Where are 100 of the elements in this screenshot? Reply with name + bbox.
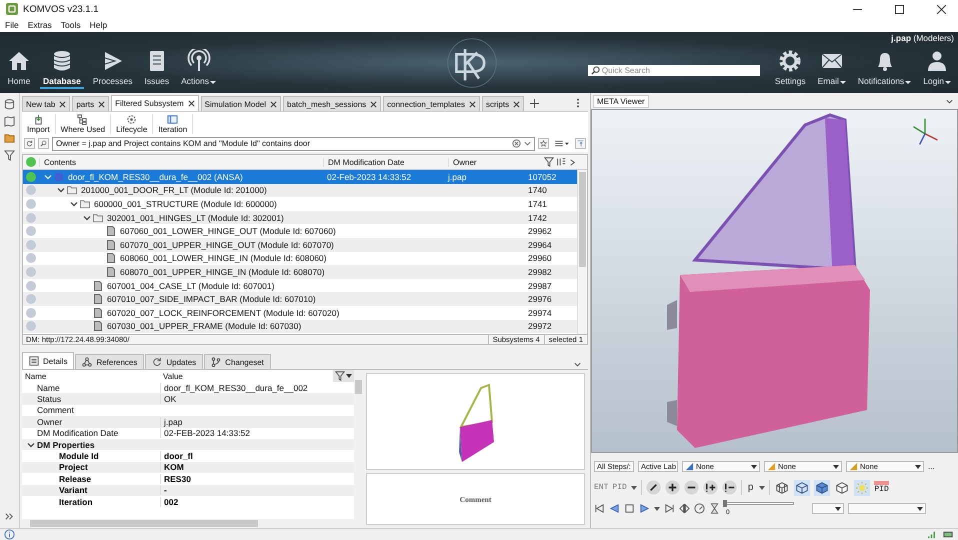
column-header[interactable]: Contents — [39, 158, 323, 166]
hourglass-icon[interactable] — [709, 503, 720, 514]
quick-search-field[interactable]: Quick Search — [588, 65, 760, 76]
sort-icon[interactable] — [575, 138, 586, 149]
ribbon-button[interactable]: Login — [920, 49, 954, 90]
scrollbar[interactable] — [354, 370, 363, 528]
search-icon[interactable] — [38, 138, 49, 149]
toolbar-button[interactable]: Import — [22, 114, 56, 134]
tree-row[interactable]: 607060_001_LOWER_HINGE_OUT (Module Id: 607060) 29962 — [23, 224, 577, 238]
tree-row[interactable]: 607020_007_LOCK_REINFORCEMENT (Module Id: 607020) 29974 — [23, 306, 577, 320]
slider-track[interactable] — [724, 502, 794, 504]
tab[interactable]: References — [75, 354, 144, 369]
chevron-right-icon[interactable] — [568, 158, 577, 166]
tree-row[interactable]: 201000_001_DOOR_FR_LT (Module Id: 201000) 1740 — [23, 184, 577, 198]
tree-row[interactable]: 608060_001_LOWER_HINGE_IN (Module Id: 608060) 29960 — [23, 252, 577, 266]
play-back-icon[interactable] — [609, 503, 620, 514]
caret-icon[interactable] — [654, 506, 660, 510]
shaded-cube-icon[interactable] — [794, 480, 810, 496]
filter-button[interactable] — [333, 370, 354, 382]
filter-icon[interactable] — [544, 157, 554, 167]
column-header[interactable]: Name — [22, 372, 160, 380]
tab[interactable]: New tab — [22, 96, 70, 111]
star-icon[interactable] — [538, 138, 549, 149]
ribbon-button[interactable]: Home — [4, 49, 34, 89]
toolbar-button[interactable]: ENT — [594, 483, 608, 492]
filter-icon[interactable] — [4, 150, 15, 161]
tab[interactable]: Filtered Subsystem — [111, 95, 199, 111]
tab[interactable]: parts — [72, 96, 110, 111]
ribbon-button[interactable]: Settings — [772, 49, 809, 90]
pencil-icon[interactable] — [646, 480, 661, 495]
tree-row[interactable]: 607010_007_SIDE_IMPACT_BAR (Module Id: 607010) 29976 — [23, 292, 577, 306]
ribbon-button[interactable]: Issues — [142, 49, 172, 89]
more-icon[interactable] — [576, 98, 580, 108]
close-icon[interactable] — [59, 100, 66, 108]
horizontal-scrollbar[interactable] — [22, 519, 354, 528]
column-header[interactable]: Value — [160, 372, 333, 380]
toolbar-button[interactable]: Where Used — [56, 114, 112, 134]
folder-icon[interactable] — [4, 133, 15, 144]
ribbon-button[interactable]: Notifications — [854, 49, 914, 90]
maximize-icon[interactable] — [895, 4, 904, 14]
tree-row[interactable]: door_fl_KOM_RES30__dura_fe__002 (ANSA) 02-Feb-2023 14:33:52 j.pap 107052 — [23, 170, 577, 184]
toolbar-button[interactable]: PID — [612, 483, 627, 492]
tree-row[interactable]: 302001_001_HINGES_LT (Module Id: 302001) 1742 — [23, 210, 577, 224]
ribbon-button[interactable]: Actions — [178, 49, 219, 89]
slider-thumb[interactable] — [723, 500, 727, 506]
tab[interactable]: scripts — [482, 96, 524, 111]
ribbon-button[interactable]: Email — [814, 49, 849, 90]
toolbar-button[interactable]: p — [746, 482, 756, 493]
menu-item[interactable]: Extras — [28, 20, 52, 30]
add-tab-icon[interactable] — [530, 99, 540, 108]
tab[interactable]: batch_mesh_sessions — [283, 96, 382, 111]
tab[interactable]: Simulation Model — [200, 96, 281, 111]
skip-forward-icon[interactable] — [664, 503, 675, 514]
columns-icon[interactable] — [556, 157, 566, 167]
ribbon-button[interactable]: Processes — [90, 49, 136, 89]
tab[interactable]: Changeset — [204, 354, 271, 369]
tree-row[interactable]: 607030_001_UPPER_FRAME (Module Id: 607030) 29972 — [23, 320, 577, 334]
map-icon[interactable] — [4, 116, 15, 127]
solid-cube-icon[interactable] — [814, 480, 830, 496]
tree-row[interactable]: 607070_001_UPPER_HINGE_OUT (Module Id: 607070) 29964 — [23, 238, 577, 252]
close-icon[interactable] — [370, 100, 378, 108]
menu-item[interactable]: File — [5, 20, 19, 30]
caret-icon[interactable] — [630, 486, 637, 490]
menu-item[interactable]: Help — [90, 20, 108, 30]
close-icon[interactable] — [98, 100, 106, 108]
expand-icon[interactable] — [4, 511, 15, 522]
close-icon[interactable] — [270, 100, 277, 108]
add-only-icon[interactable] — [702, 480, 718, 495]
toolbar-button[interactable]: Lifecycle — [111, 114, 154, 134]
clear-icon[interactable] — [512, 138, 521, 148]
tab[interactable]: connection_templates — [383, 96, 480, 111]
close-icon[interactable] — [937, 4, 946, 14]
tab[interactable]: Updates — [145, 354, 204, 369]
wireframe-cube-icon[interactable] — [774, 480, 790, 496]
stop-icon[interactable] — [624, 503, 635, 514]
dropdown[interactable] — [812, 503, 844, 514]
caret-icon[interactable] — [759, 486, 766, 490]
toolbar-button[interactable]: Iteration — [153, 114, 194, 134]
tree-row[interactable]: 607001_004_CASE_LT (Module Id: 607001) 29987 — [23, 278, 577, 292]
tree-row[interactable]: 608070_001_UPPER_HINGE_IN (Module Id: 608070) 29982 — [23, 265, 577, 279]
play-icon[interactable] — [639, 503, 650, 514]
close-icon[interactable] — [188, 100, 195, 107]
ribbon-button[interactable]: Database — [40, 49, 84, 89]
skip-back-icon[interactable] — [594, 503, 605, 514]
close-icon[interactable] — [468, 100, 476, 108]
plus-icon[interactable] — [664, 480, 680, 495]
database-icon[interactable] — [4, 99, 15, 110]
column-header[interactable]: Owner — [448, 158, 528, 166]
more-label[interactable]: ... — [928, 462, 935, 471]
minus-icon[interactable] — [684, 480, 699, 495]
remove-only-icon[interactable] — [722, 480, 737, 495]
mirror-icon[interactable] — [679, 503, 690, 514]
column-header[interactable]: DM Modification Date — [323, 158, 448, 166]
close-icon[interactable] — [513, 100, 520, 108]
info-icon[interactable] — [4, 529, 15, 540]
chevron-down-icon[interactable] — [573, 360, 582, 369]
tab[interactable]: Details — [22, 352, 74, 369]
gauge-icon[interactable] — [694, 503, 705, 514]
outline-cube-icon[interactable] — [834, 480, 850, 496]
tree-row[interactable]: 600000_001_STRUCTURE (Module Id: 600000) 1741 — [23, 197, 577, 211]
